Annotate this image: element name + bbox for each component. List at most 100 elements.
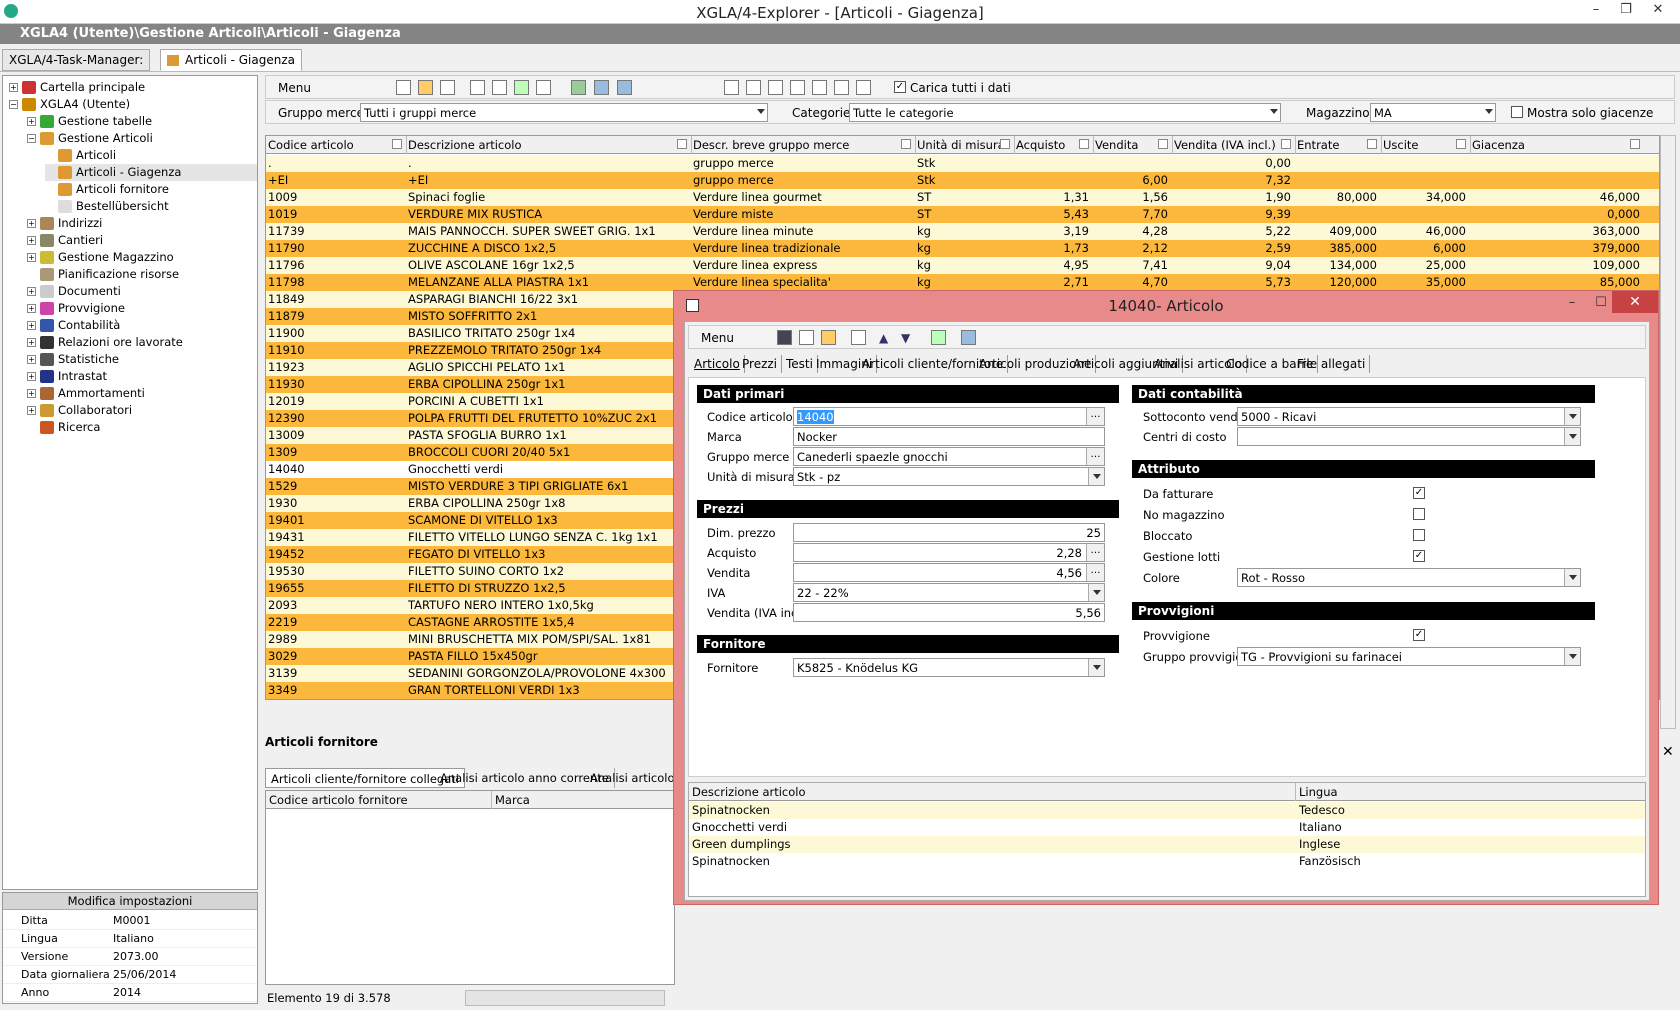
tree-node[interactable]: + Intrastat	[27, 368, 257, 385]
table-row[interactable]: Spinatnocken Tedesco	[689, 802, 1645, 819]
minimize-button[interactable]: –	[1582, 2, 1610, 17]
mail-icon[interactable]	[617, 80, 632, 95]
refresh-icon[interactable]	[514, 80, 529, 95]
tree-node[interactable]: + Contabilità	[27, 317, 257, 334]
column-header[interactable]: Marca	[495, 793, 530, 807]
column-header[interactable]: Acquisto	[1016, 138, 1065, 152]
filter-icon[interactable]	[1281, 139, 1291, 149]
panel-icon[interactable]	[834, 80, 849, 95]
table-row[interactable]: +EI +EI gruppo merce Stk 6,00 7,32	[266, 172, 1659, 189]
categorie-select[interactable]: Tutte le categorie	[849, 103, 1281, 122]
collapse-icon[interactable]: −	[27, 134, 36, 143]
column-header[interactable]: Descrizione articolo	[408, 138, 522, 152]
tree-node[interactable]: + Provvigione	[27, 300, 257, 317]
window-icon[interactable]	[856, 80, 871, 95]
table-row[interactable]: Green dumplings Inglese	[689, 836, 1645, 853]
magazzino-select[interactable]: MA	[1370, 103, 1496, 122]
arrow-up-icon[interactable]: ▲	[879, 331, 888, 345]
sort-icon[interactable]	[492, 80, 507, 95]
browse-icon[interactable]: …	[1086, 408, 1104, 425]
settings-row[interactable]: Lingua Italiano	[3, 930, 257, 948]
acquisto-input[interactable]: 2,28…	[793, 543, 1105, 562]
menu-button[interactable]: Menu	[278, 81, 311, 95]
tree-node[interactable]: Articoli	[45, 147, 257, 164]
settings-row[interactable]: Ditta M0001	[3, 912, 257, 930]
expand-icon[interactable]: +	[27, 338, 36, 347]
column-header[interactable]: Vendita	[1095, 138, 1138, 152]
no-magazzino-checkbox[interactable]	[1413, 508, 1425, 520]
dialog-tab[interactable]: File allegati	[1293, 355, 1371, 373]
info-icon[interactable]	[961, 330, 976, 345]
browse-icon[interactable]: …	[1086, 564, 1104, 581]
tree-node[interactable]: + Gestione tabelle	[27, 113, 257, 130]
table-row[interactable]: .. gruppo merce Stk 0,00	[266, 155, 1659, 172]
expand-icon[interactable]: +	[27, 406, 36, 415]
tab-task-manager[interactable]: XGLA/4-Task-Manager:	[2, 49, 151, 71]
tree-node[interactable]: Pianificazione risorse	[27, 266, 257, 283]
iva-select[interactable]: 22 - 22%	[793, 583, 1105, 602]
copy-icon[interactable]	[851, 330, 866, 345]
filter-icon[interactable]	[1367, 139, 1377, 149]
column-header[interactable]: Uscite	[1383, 138, 1419, 152]
expand-icon[interactable]: +	[27, 389, 36, 398]
filter-icon[interactable]	[677, 139, 687, 149]
filter-icon[interactable]	[901, 139, 911, 149]
solo-giacenze-checkbox[interactable]	[1511, 106, 1523, 118]
table-row[interactable]: 1019 VERDURE MIX RUSTICA Verdure miste ST 5,…	[266, 206, 1659, 223]
grid-vertical-scrollbar[interactable]	[1660, 135, 1676, 729]
table-row[interactable]: Gnocchetti verdi Italiano	[689, 819, 1645, 836]
filter-icon[interactable]	[1630, 139, 1640, 149]
table-row[interactable]: 11796 OLIVE ASCOLANE 16gr 1x2,5 Verdure li…	[266, 257, 1659, 274]
sottoconto-select[interactable]: 5000 - Ricavi	[1237, 407, 1581, 426]
column-header[interactable]: Vendita (IVA incl.)	[1174, 138, 1276, 152]
filter-icon[interactable]	[1079, 139, 1089, 149]
refresh-icon[interactable]	[931, 330, 946, 345]
report-icon[interactable]	[536, 80, 551, 95]
column-header[interactable]: Descrizione articolo	[692, 785, 806, 799]
filter-icon[interactable]	[392, 139, 402, 149]
dialog-close-button[interactable]: ✕	[1612, 291, 1658, 313]
expand-icon[interactable]: +	[9, 83, 18, 92]
new-icon[interactable]	[396, 80, 411, 95]
column-header[interactable]: Descr. breve gruppo merce	[693, 138, 849, 152]
dim-input[interactable]: 25	[793, 523, 1105, 542]
tree-node[interactable]: Ricerca	[27, 419, 257, 436]
vendita-iva-input[interactable]: 5,56	[793, 603, 1105, 622]
column-header[interactable]: Giacenza	[1472, 138, 1525, 152]
codice-input[interactable]: 14040…	[793, 407, 1105, 426]
tree-node[interactable]: + Statistiche	[27, 351, 257, 368]
gruppo-input[interactable]: Canederli spaezle gnocchi…	[793, 447, 1105, 466]
colore-select[interactable]: Rot - Rosso	[1237, 568, 1581, 587]
expand-icon[interactable]: +	[27, 253, 36, 262]
table-row[interactable]: 11790 ZUCCHINE A DISCO 1x2,5 Verdure linea…	[266, 240, 1659, 257]
tree-node[interactable]: + Indirizzi	[27, 215, 257, 232]
tree-node[interactable]: + Collaboratori	[27, 402, 257, 419]
find-icon[interactable]	[470, 80, 485, 95]
provvigione-checkbox[interactable]: ✓	[1413, 629, 1425, 641]
unita-select[interactable]: Stk - pz	[793, 467, 1105, 486]
gruppo-merce-select[interactable]: Tutti i gruppi merce	[360, 103, 768, 122]
lotti-checkbox[interactable]: ✓	[1413, 550, 1425, 562]
settings-row[interactable]: Versione 2073.00	[3, 948, 257, 966]
layout-icon[interactable]	[724, 80, 739, 95]
expand-icon[interactable]: +	[27, 372, 36, 381]
tree-node[interactable]: Articoli - Giagenza	[45, 164, 257, 181]
grid-icon[interactable]	[768, 80, 783, 95]
split-icon[interactable]	[812, 80, 827, 95]
browse-icon[interactable]: …	[1086, 448, 1104, 465]
table-row[interactable]: Spinatnocken Fanzösisch	[689, 853, 1645, 870]
tree-node[interactable]: Bestellübersicht	[45, 198, 257, 215]
column-header[interactable]: Unità di misura	[917, 138, 1005, 152]
tree-node[interactable]: + Documenti	[27, 283, 257, 300]
save-copy-icon[interactable]	[799, 330, 814, 345]
restore-button[interactable]: ❐	[1612, 2, 1640, 17]
filter-icon[interactable]	[1000, 139, 1010, 149]
arrow-down-icon[interactable]: ▼	[901, 331, 910, 345]
tree-node[interactable]: Articoli fornitore	[45, 181, 257, 198]
dialog-minimize-button[interactable]: –	[1557, 295, 1587, 310]
column-header[interactable]: Entrate	[1297, 138, 1339, 152]
filter-icon[interactable]	[1158, 139, 1168, 149]
tree-node[interactable]: − Gestione Articoli	[27, 130, 257, 147]
load-all-checkbox[interactable]: ✓	[894, 81, 906, 93]
form-icon[interactable]	[790, 80, 805, 95]
